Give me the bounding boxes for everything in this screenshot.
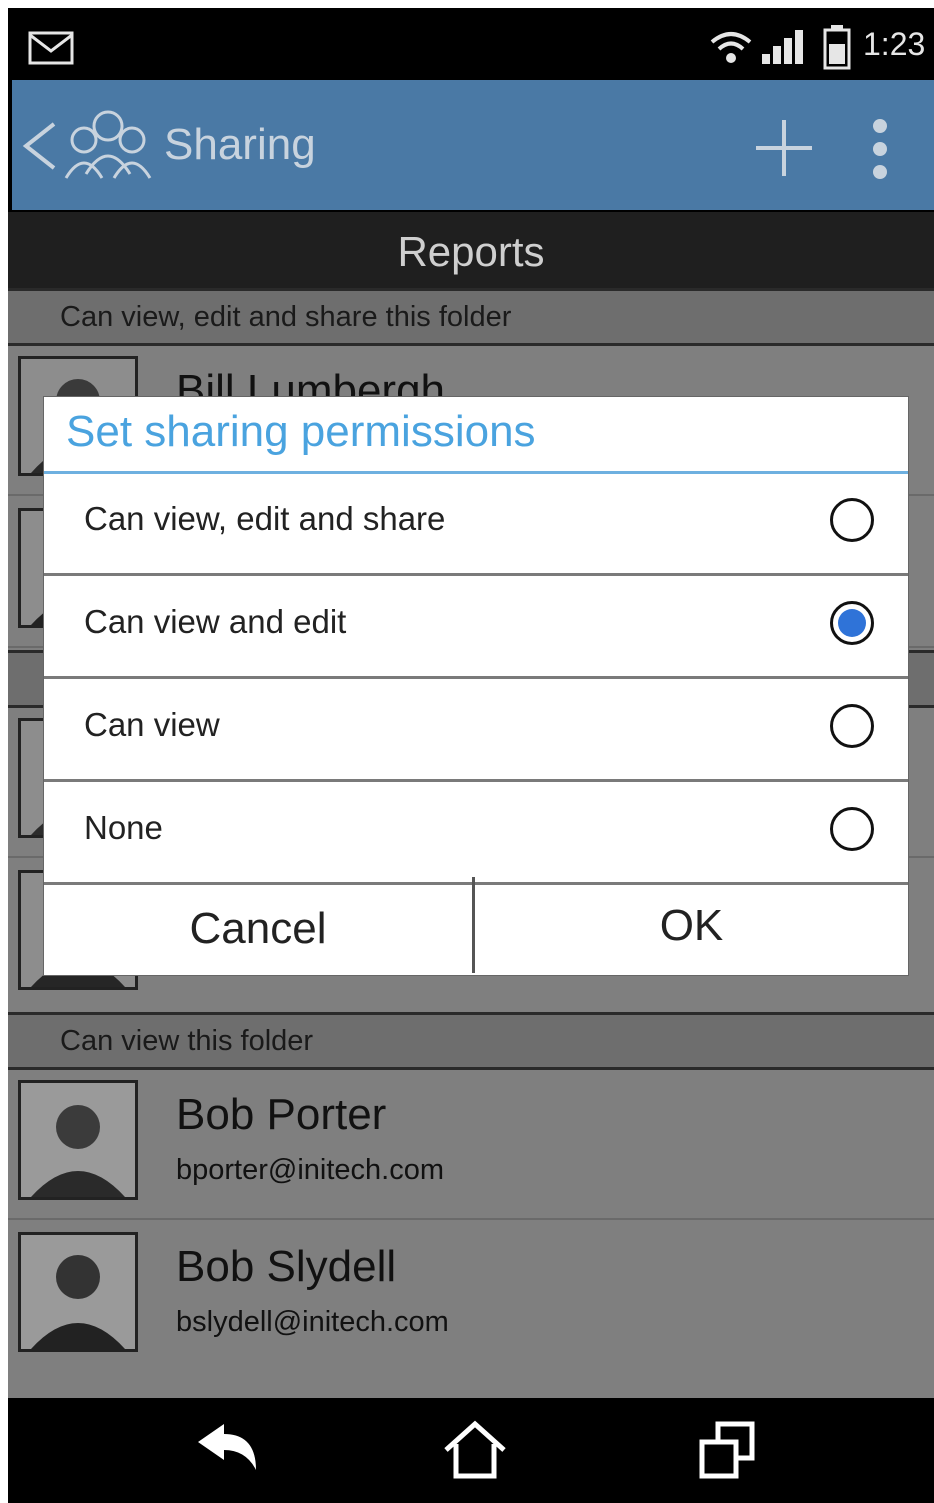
action-bar: Sharing [12,80,934,210]
person-email: bslydell@initech.com [176,1306,449,1338]
radio-button[interactable] [830,807,874,851]
folder-header: Reports [8,212,934,288]
divider [8,1218,934,1220]
option-none[interactable]: None [44,783,908,885]
section-header-label: Can view this folder [60,1025,314,1057]
wifi-icon [708,28,754,71]
mail-icon [28,31,74,70]
list-item[interactable]: Bob Porter bporter@initech.com [8,1070,934,1220]
option-label: Can view, edit and share [84,500,446,537]
home-icon[interactable] [442,1420,508,1485]
signal-icon [760,30,808,71]
folder-title: Reports [397,228,545,275]
add-icon[interactable] [754,118,814,183]
ok-button[interactable]: OK [475,883,908,975]
app-title: Sharing [164,120,316,169]
back-icon[interactable] [22,120,58,177]
radio-button-selected[interactable] [830,601,874,645]
recent-apps-icon[interactable] [696,1420,758,1487]
option-view[interactable]: Can view [44,680,908,782]
dialog-title: Set sharing permissions [66,407,536,456]
avatar [18,1232,138,1352]
status-bar: 1:23 [8,8,934,78]
section-header: Can view, edit and share this folder [8,288,934,346]
overflow-menu-icon[interactable] [862,116,898,187]
permissions-dialog: Set sharing permissions Can view, edit a… [44,397,908,975]
option-label: Can view [84,706,220,743]
person-name: Bob Slydell [176,1242,397,1291]
option-label: Can view and edit [84,603,347,640]
person-email: bporter@initech.com [176,1154,444,1186]
section-header-label: Can view, edit and share this folder [60,301,512,333]
navigation-bar [8,1398,934,1503]
status-time: 1:23 [863,26,926,62]
option-label: None [84,809,163,846]
avatar [18,1080,138,1200]
option-view-edit-share[interactable]: Can view, edit and share [44,474,908,576]
back-arrow-icon[interactable] [194,1420,264,1481]
radio-button[interactable] [830,498,874,542]
person-name: Bob Porter [176,1090,387,1139]
people-icon [60,100,156,191]
section-header: Can view this folder [8,1012,934,1070]
option-view-edit[interactable]: Can view and edit [44,577,908,679]
dialog-buttons: Cancel OK [44,877,908,975]
cancel-button[interactable]: Cancel [44,883,472,975]
phone-screen: 1:23 Sharing Reports Can view, edit and … [8,8,934,1503]
radio-button[interactable] [830,704,874,748]
battery-icon [823,24,851,75]
list-item[interactable]: Bob Slydell bslydell@initech.com [8,1222,934,1372]
radio-dot-icon [838,609,866,637]
